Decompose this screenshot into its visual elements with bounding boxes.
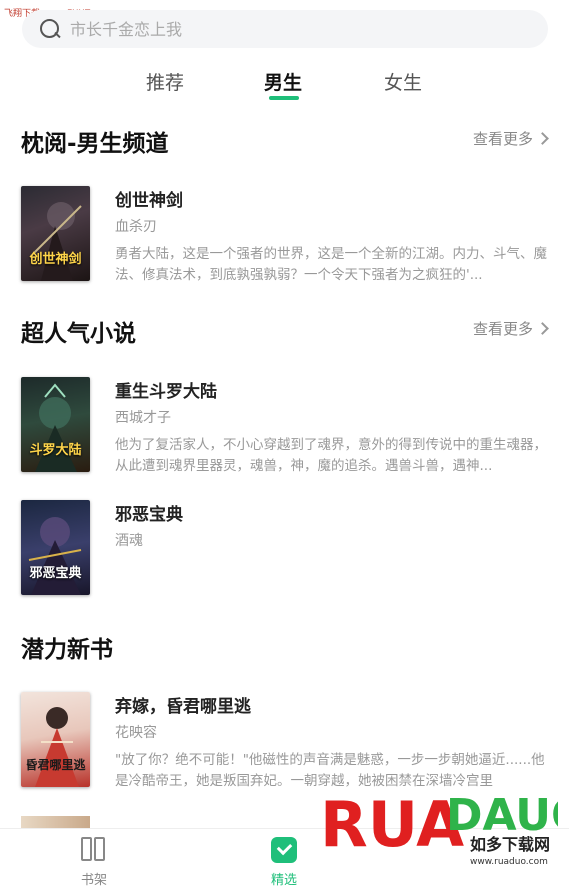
ruaduo-logo: RUA DAUO 如多下载网 www.ruaduo.com <box>320 788 558 867</box>
cover-title: 昏君哪里逃 <box>25 758 86 772</box>
see-more-label: 查看更多 <box>472 130 533 148</box>
book-author: 血杀刃 <box>115 219 157 235</box>
book-author: 花映容 <box>115 725 157 741</box>
section-title: 超人气小说 <box>21 321 136 347</box>
logo-letters-duo: DAUO <box>446 790 558 841</box>
nav-label: 精选 <box>270 873 297 886</box>
cover-title: 斗罗大陆 <box>29 443 82 458</box>
book-description: 他为了复活家人，不小心穿越到了魂界，意外的得到传说中的重生魂器，从此遭到魂界里器… <box>115 437 547 474</box>
tab-female[interactable]: 女生 <box>384 68 422 95</box>
see-more-link[interactable]: 查看更多 <box>472 318 549 339</box>
search-bar[interactable] <box>22 10 548 48</box>
book-item[interactable]: 斗罗大陆 重生斗罗大陆 西城才子 他为了复活家人，不小心穿越到了魂界，意外的得到… <box>21 377 551 474</box>
book-title: 邪恶宝典 <box>115 505 183 525</box>
book-description: 勇者大陆，这是一个强者的世界，这是一个全新的江湖。内力、斗气、魔法、修真法术，到… <box>115 246 547 283</box>
logo-url: www.ruaduo.com <box>470 857 548 867</box>
chevron-right-icon <box>536 322 549 335</box>
book-cover-partial[interactable] <box>21 816 90 828</box>
bookshelf-icon <box>81 837 107 863</box>
book-author: 西城才子 <box>115 410 171 426</box>
book-item[interactable]: 昏君哪里逃 弃嫁，昏君哪里逃 花映容 "放了你？绝不可能！"他磁性的声音满是魅惑… <box>21 692 551 789</box>
cover-title: 创世神剑 <box>29 252 82 267</box>
cover-title: 邪恶宝典 <box>29 566 82 581</box>
tab-male[interactable]: 男生 <box>264 68 302 95</box>
book-cover[interactable]: 斗罗大陆 <box>21 377 90 472</box>
section-title: 枕阅-男生频道 <box>21 131 169 157</box>
search-input[interactable] <box>70 19 490 39</box>
logo-subtitle: 如多下载网 <box>470 835 550 854</box>
see-more-link[interactable]: 查看更多 <box>472 128 549 149</box>
see-more-label: 查看更多 <box>472 320 533 338</box>
chevron-right-icon <box>536 132 549 145</box>
book-title: 创世神剑 <box>115 191 183 211</box>
featured-icon <box>271 837 297 863</box>
book-item[interactable]: 创世神剑 创世神剑 血杀刃 勇者大陆，这是一个强者的世界，这是一个全新的江湖。内… <box>21 186 551 283</box>
nav-label: 书架 <box>80 873 107 886</box>
book-cover[interactable]: 邪恶宝典 <box>21 500 90 595</box>
book-item[interactable]: 邪恶宝典 邪恶宝典 酒魂 <box>21 500 551 596</box>
book-author: 酒魂 <box>115 533 143 549</box>
book-cover[interactable]: 创世神剑 <box>21 186 90 281</box>
tab-recommend[interactable]: 推荐 <box>146 68 184 95</box>
book-cover[interactable]: 昏君哪里逃 <box>21 692 90 787</box>
logo-letters-r: RUA <box>320 788 464 861</box>
book-title: 弃嫁，昏君哪里逃 <box>115 697 251 717</box>
active-tab-indicator <box>269 96 299 100</box>
search-icon <box>38 17 62 41</box>
category-tabs: 推荐 男生 女生 <box>0 66 569 106</box>
book-title: 重生斗罗大陆 <box>115 382 217 402</box>
section-title: 潜力新书 <box>21 637 113 663</box>
